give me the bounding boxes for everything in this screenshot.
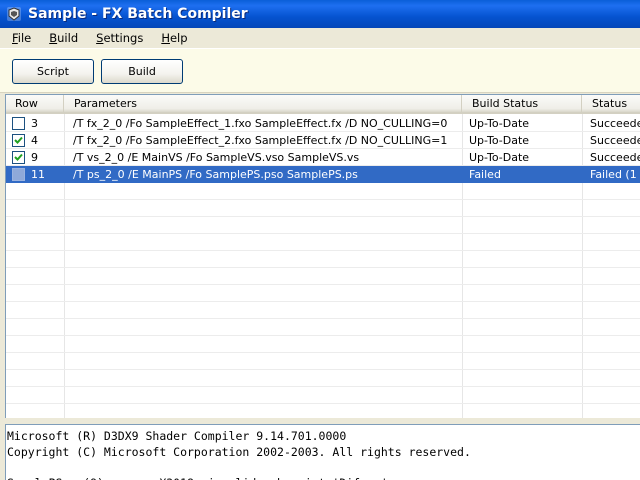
menu-accelerator: B <box>49 31 58 45</box>
output-line: SamplePS.ps(9): error X3018: invalid sub… <box>7 476 640 480</box>
menu-label-rest: ettings <box>103 31 144 45</box>
row-build-status: Failed <box>469 168 501 181</box>
menu-settings[interactable]: Settings <box>90 31 149 45</box>
title-bar[interactable]: Sample - FX Batch Compiler <box>0 0 640 28</box>
output-pane[interactable]: Microsoft (R) D3DX9 Shader Compiler 9.14… <box>5 424 640 480</box>
checkmark-icon <box>14 136 23 144</box>
checkbox-checked[interactable] <box>12 151 25 164</box>
list-header: Row Parameters Build Status Status <box>6 95 640 114</box>
grid-row-line <box>6 318 640 319</box>
checkbox-unchecked[interactable] <box>12 117 25 130</box>
row-status: Succeeded <box>590 117 640 130</box>
list-row[interactable]: 4/T fx_2_0 /Fo SampleEffect_2.fxo Sample… <box>6 132 640 149</box>
menu-help[interactable]: Help <box>155 31 193 45</box>
checkbox-unchecked[interactable] <box>12 168 25 181</box>
window-title: Sample - FX Batch Compiler <box>28 6 248 22</box>
row-number: 4 <box>31 134 38 147</box>
script-button[interactable]: Script <box>12 59 94 84</box>
build-button[interactable]: Build <box>101 59 183 84</box>
grid-row-line <box>6 403 640 404</box>
output-line: Microsoft (R) D3DX9 Shader Compiler 9.14… <box>7 429 347 443</box>
menu-bar: File Build Settings Help <box>0 28 640 48</box>
grid-row-line <box>6 216 640 217</box>
list-row[interactable]: 9/T vs_2_0 /E MainVS /Fo SampleVS.vso Sa… <box>6 149 640 166</box>
app-icon <box>7 7 21 21</box>
grid-row-line <box>6 284 640 285</box>
row-parameters: /T ps_2_0 /E MainPS /Fo SamplePS.pso Sam… <box>73 168 358 181</box>
checkbox-checked[interactable] <box>12 134 25 147</box>
column-header-row[interactable]: Row <box>6 95 64 114</box>
menu-file[interactable]: File <box>6 31 37 45</box>
grid-row-line <box>6 301 640 302</box>
row-build-status: Up-To-Date <box>469 151 530 164</box>
menu-label-rest: ile <box>17 31 32 45</box>
grid-row-line <box>6 352 640 353</box>
grid-row-line <box>6 267 640 268</box>
row-status: Succeeded <box>590 151 640 164</box>
row-parameters: /T fx_2_0 /Fo SampleEffect_1.fxo SampleE… <box>73 117 448 130</box>
menu-label-rest: elp <box>169 31 188 45</box>
row-build-status: Up-To-Date <box>469 117 530 130</box>
list-row[interactable]: 11/T ps_2_0 /E MainPS /Fo SamplePS.pso S… <box>6 166 640 183</box>
checkmark-icon <box>14 153 23 161</box>
output-line: Copyright (C) Microsoft Corporation 2002… <box>7 444 471 459</box>
menu-accelerator: H <box>161 31 170 45</box>
row-number: 11 <box>31 168 45 181</box>
list-row[interactable]: 3/T fx_2_0 /Fo SampleEffect_1.fxo Sample… <box>6 115 640 132</box>
toolbar: Script Build <box>0 48 640 93</box>
row-status: Succeeded <box>590 134 640 147</box>
row-parameters: /T fx_2_0 /Fo SampleEffect_2.fxo SampleE… <box>73 134 448 147</box>
grid-row-line <box>6 335 640 336</box>
column-header-status[interactable]: Status <box>582 95 640 114</box>
row-number: 9 <box>31 151 38 164</box>
row-number: 3 <box>31 117 38 130</box>
column-header-parameters[interactable]: Parameters <box>64 95 462 114</box>
grid-row-line <box>6 369 640 370</box>
row-build-status: Up-To-Date <box>469 134 530 147</box>
column-header-build-status[interactable]: Build Status <box>462 95 582 114</box>
grid-row-line <box>6 199 640 200</box>
row-status: Failed (1 er <box>590 168 640 181</box>
menu-label-rest: uild <box>57 31 79 45</box>
grid-row-line <box>6 386 640 387</box>
row-parameters: /T vs_2_0 /E MainVS /Fo SampleVS.vso Sam… <box>73 151 360 164</box>
grid-row-line <box>6 250 640 251</box>
shader-list[interactable]: Row Parameters Build Status Status 3/T f… <box>5 94 640 418</box>
grid-row-line <box>6 233 640 234</box>
menu-build[interactable]: Build <box>43 31 84 45</box>
